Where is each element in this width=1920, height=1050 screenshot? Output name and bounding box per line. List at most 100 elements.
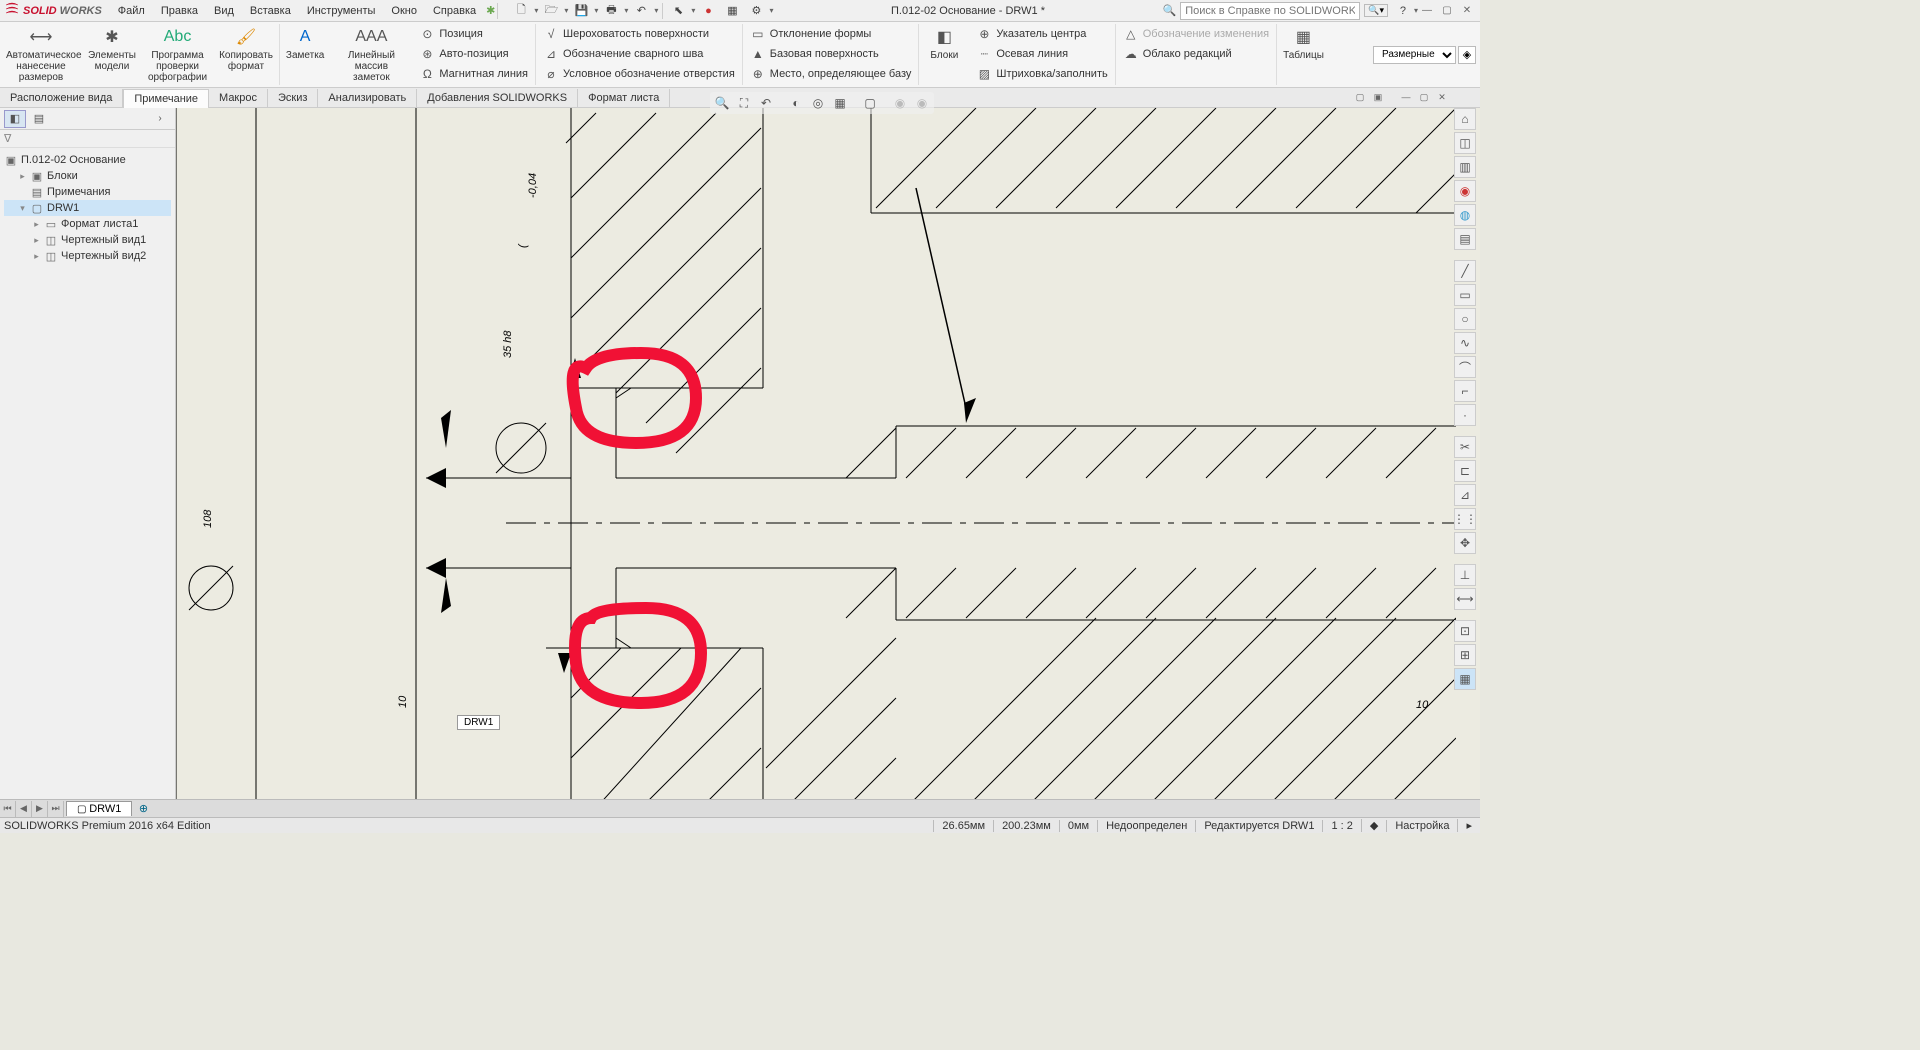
- tree-view1[interactable]: ▸◫Чертежный вид1: [4, 232, 171, 248]
- sheet-prev-icon[interactable]: ◀: [16, 801, 32, 817]
- rt-spline-icon[interactable]: ∿: [1454, 332, 1476, 354]
- help-icon[interactable]: ?: [1392, 2, 1414, 20]
- rib-linear-pattern[interactable]: AAAЛинейный массив заметок: [330, 24, 412, 85]
- rt-fillet-icon[interactable]: ⌐: [1454, 380, 1476, 402]
- hide-show-icon[interactable]: ▦: [830, 94, 850, 112]
- zoom-fit-icon[interactable]: 🔍: [712, 94, 732, 112]
- section-view-icon[interactable]: ◐: [786, 94, 806, 112]
- rebuild-icon[interactable]: ●: [697, 2, 719, 20]
- maximize-icon[interactable]: ▢: [1438, 3, 1456, 19]
- menu-file[interactable]: Файл: [110, 3, 153, 19]
- search-dd-icon[interactable]: 🔍▾: [1364, 4, 1388, 17]
- print-icon[interactable]: 🖶: [600, 2, 622, 20]
- rib-magnetic-line[interactable]: ΩМагнитная линия: [416, 64, 531, 84]
- tree-tab-feature-icon[interactable]: ◧: [4, 110, 26, 128]
- tab-sketch[interactable]: Эскиз: [268, 89, 318, 107]
- menu-tools[interactable]: Инструменты: [299, 3, 384, 19]
- sheet-last-icon[interactable]: ⏭: [48, 801, 64, 817]
- prev-view-icon[interactable]: ↶: [756, 94, 776, 112]
- rt-snap1-icon[interactable]: ⊡: [1454, 620, 1476, 642]
- rt-relation-icon[interactable]: ⊥: [1454, 564, 1476, 586]
- rt-mirror-icon[interactable]: ⊿: [1454, 484, 1476, 506]
- undo-icon[interactable]: ↶: [630, 2, 652, 20]
- rt-box2-icon[interactable]: ▥: [1454, 156, 1476, 178]
- status-flag-icon[interactable]: ▸: [1457, 819, 1480, 832]
- rib-surface-finish[interactable]: √Шероховатость поверхности: [540, 24, 738, 44]
- doc-tile-icon[interactable]: ▢: [1352, 90, 1368, 104]
- tree-annotations[interactable]: ▤Примечания: [4, 184, 171, 200]
- rib-hole-callout[interactable]: ⌀Условное обозначение отверстия: [540, 64, 738, 84]
- menu-edit[interactable]: Правка: [153, 3, 206, 19]
- rib-revision-symbol[interactable]: △Обозначение изменения: [1120, 24, 1272, 44]
- menu-window[interactable]: Окно: [383, 3, 425, 19]
- drawing-canvas[interactable]: 108 35 h8 -0,04 ( 10 10: [176, 108, 1480, 799]
- dimension-select[interactable]: Размерные: [1373, 46, 1456, 64]
- edit-sheet-icon[interactable]: ▢: [860, 94, 880, 112]
- options-icon[interactable]: ▦: [721, 2, 743, 20]
- menu-pin-icon[interactable]: ✱: [486, 4, 495, 17]
- rt-trim-icon[interactable]: ✂: [1454, 436, 1476, 458]
- tree-filter[interactable]: ∇: [0, 130, 175, 148]
- menu-insert[interactable]: Вставка: [242, 3, 299, 19]
- rib-center-mark[interactable]: ⊕Указатель центра: [973, 24, 1110, 44]
- tree-tab-property-icon[interactable]: ▤: [28, 110, 50, 128]
- minimize-icon[interactable]: —: [1418, 3, 1436, 19]
- rib-spellcheck[interactable]: AbcПрограмма проверки орфографии: [142, 24, 213, 85]
- tree-root[interactable]: ▣П.012-02 Основание: [4, 152, 171, 168]
- tab-view-layout[interactable]: Расположение вида: [0, 89, 123, 107]
- rt-circle-icon[interactable]: ○: [1454, 308, 1476, 330]
- tab-addins[interactable]: Добавления SOLIDWORKS: [417, 89, 578, 107]
- rt-custom-icon[interactable]: ▤: [1454, 228, 1476, 250]
- tree-expand-icon[interactable]: ›: [149, 110, 171, 128]
- rt-snap2-icon[interactable]: ⊞: [1454, 644, 1476, 666]
- status-custom[interactable]: Настройка: [1386, 820, 1457, 832]
- rib-balloon[interactable]: ⊙Позиция: [416, 24, 531, 44]
- tab-evaluate[interactable]: Анализировать: [318, 89, 417, 107]
- sheet-tab-drw1[interactable]: ▢ DRW1: [66, 801, 132, 816]
- sheet-add-icon[interactable]: ⊕: [136, 802, 150, 816]
- tree-drw1[interactable]: ▾▢DRW1: [4, 200, 171, 216]
- rt-dim-icon[interactable]: ⟷: [1454, 588, 1476, 610]
- settings-icon[interactable]: ⚙: [745, 2, 767, 20]
- tab-macro[interactable]: Макрос: [209, 89, 268, 107]
- rib-datum-target[interactable]: ⊕Место, определяющее базу: [747, 64, 915, 84]
- rib-note[interactable]: AЗаметка: [280, 24, 330, 85]
- view-orient-icon[interactable]: ◉: [890, 94, 910, 112]
- rib-area-hatch[interactable]: ▨Штриховка/заполнить: [973, 64, 1110, 84]
- rib-dimension-dropdown[interactable]: Размерные ◈: [1369, 24, 1480, 85]
- tab-annotation[interactable]: Примечание: [123, 89, 209, 108]
- rt-home-icon[interactable]: ⌂: [1454, 108, 1476, 130]
- rt-decal-icon[interactable]: ◍: [1454, 204, 1476, 226]
- menu-view[interactable]: Вид: [206, 3, 242, 19]
- tree-blocks[interactable]: ▸▣Блоки: [4, 168, 171, 184]
- layer-icon[interactable]: ◈: [1458, 46, 1476, 64]
- rib-blocks[interactable]: ◧Блоки: [919, 24, 969, 85]
- tree-view2[interactable]: ▸◫Чертежный вид2: [4, 248, 171, 264]
- status-diamond-icon[interactable]: ◆: [1361, 819, 1386, 832]
- rib-geo-tolerance[interactable]: ▭Отклонение формы: [747, 24, 915, 44]
- rt-snap3-icon[interactable]: ▦: [1454, 668, 1476, 690]
- display-style-icon[interactable]: ◎: [808, 94, 828, 112]
- status-scale[interactable]: 1 : 2: [1322, 820, 1360, 832]
- rib-centerline[interactable]: ┈Осевая линия: [973, 44, 1110, 64]
- rib-revision-cloud[interactable]: ☁Облако редакций: [1120, 44, 1272, 64]
- sheet-next-icon[interactable]: ▶: [32, 801, 48, 817]
- rt-rect-icon[interactable]: ▭: [1454, 284, 1476, 306]
- tab-sheet-format[interactable]: Формат листа: [578, 89, 670, 107]
- close-icon[interactable]: ✕: [1458, 3, 1476, 19]
- rib-tables[interactable]: ▦Таблицы: [1277, 24, 1330, 85]
- rt-line-icon[interactable]: ╱: [1454, 260, 1476, 282]
- rib-weld-symbol[interactable]: ⊿Обозначение сварного шва: [540, 44, 738, 64]
- rib-format-painter[interactable]: 🖌Копировать формат: [213, 24, 279, 85]
- zoom-area-icon[interactable]: ⛶: [734, 94, 754, 112]
- rt-move-icon[interactable]: ✥: [1454, 532, 1476, 554]
- rt-offset-icon[interactable]: ⊏: [1454, 460, 1476, 482]
- tree-sheet-format[interactable]: ▸▭Формат листа1: [4, 216, 171, 232]
- rib-auto-dimension[interactable]: ⟷Автоматическое нанесение размеров: [0, 24, 82, 85]
- rt-pattern-icon[interactable]: ⋮⋮: [1454, 508, 1476, 530]
- doc-close-icon[interactable]: ✕: [1434, 90, 1450, 104]
- rib-model-items[interactable]: ✱Элементы модели: [82, 24, 142, 85]
- help-search-input[interactable]: [1180, 2, 1360, 20]
- select-icon[interactable]: ⬉: [667, 2, 689, 20]
- open-icon[interactable]: 🗁: [540, 2, 562, 20]
